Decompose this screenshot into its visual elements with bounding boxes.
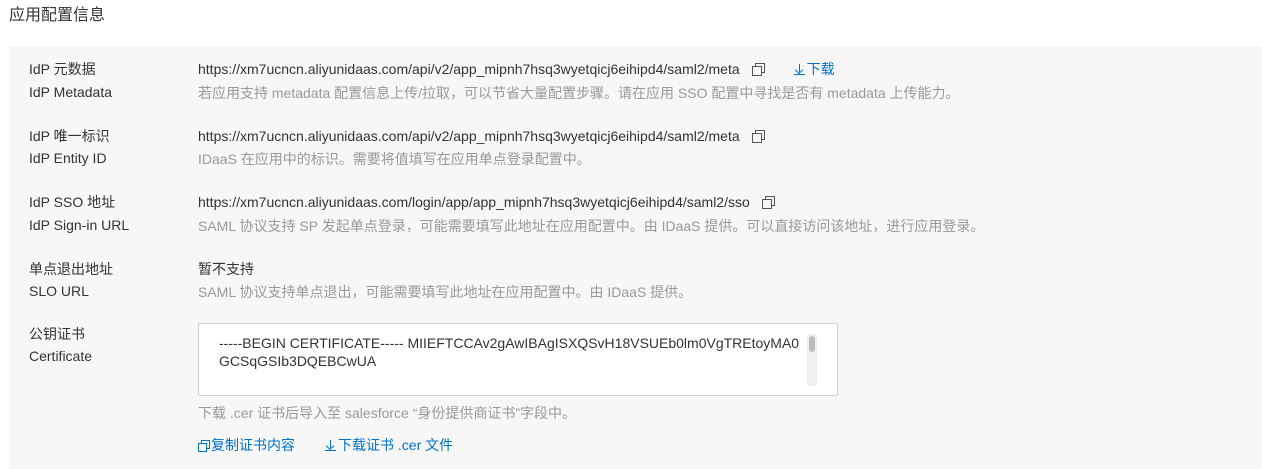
certificate-textarea[interactable]: -----BEGIN CERTIFICATE----- MIIEFTCCAv2g… <box>198 323 838 396</box>
slo-url-label-cn: 单点退出地址 <box>29 261 113 277</box>
slo-url-desc: SAML 协议支持单点退出，可能需要填写此地址在应用配置中。由 IDaaS 提供… <box>198 284 693 300</box>
idp-entity-id-label-en: IdP Entity ID <box>29 150 107 166</box>
download-icon <box>325 439 336 451</box>
download-metadata-link[interactable]: 下载 <box>793 61 835 77</box>
download-metadata-label: 下载 <box>806 61 835 77</box>
section-title: 应用配置信息 <box>9 7 106 24</box>
idp-metadata-desc: 若应用支持 metadata 配置信息上传/拉取，可以节省大量配置步骤。请在应用… <box>198 85 960 101</box>
idp-metadata-url: https://xm7ucncn.aliyunidaas.com/api/v2/… <box>198 61 740 77</box>
certificate-desc: 下载 .cer 证书后导入至 salesforce “身份提供商证书”字段中。 <box>198 405 577 421</box>
download-certificate-label: 下载证书 .cer 文件 <box>338 437 454 453</box>
idp-sso-desc: SAML 协议支持 SP 发起单点登录，可能需要填写此地址在应用配置中。由 ID… <box>198 218 985 234</box>
idp-entity-id-value: https://xm7ucncn.aliyunidaas.com/api/v2/… <box>198 128 740 144</box>
idp-metadata-label-cn: IdP 元数据 <box>29 61 96 77</box>
copy-icon[interactable] <box>751 130 765 143</box>
download-icon <box>793 63 805 75</box>
copy-certificate-label: 复制证书内容 <box>211 437 295 453</box>
certificate-label-en: Certificate <box>29 348 93 364</box>
copy-icon <box>198 440 210 452</box>
idp-sso-label-en: IdP Sign-in URL <box>29 217 130 233</box>
slo-url-value: 暂不支持 <box>198 261 254 277</box>
idp-sso-url: https://xm7ucncn.aliyunidaas.com/login/a… <box>198 194 750 210</box>
copy-icon[interactable] <box>761 196 775 209</box>
certificate-scrollbar[interactable] <box>807 334 817 386</box>
copy-icon[interactable] <box>751 63 765 76</box>
idp-sso-label-cn: IdP SSO 地址 <box>29 194 116 210</box>
idp-sso-value-line: https://xm7ucncn.aliyunidaas.com/login/a… <box>198 191 775 214</box>
copy-certificate-button[interactable]: 复制证书内容 <box>198 437 295 453</box>
app-config-panel: IdP 元数据 IdP Metadata https://xm7ucncn.al… <box>9 47 1262 469</box>
certificate-actions: 复制证书内容 下载证书 .cer 文件 <box>198 434 453 456</box>
idp-entity-id-value-line: https://xm7ucncn.aliyunidaas.com/api/v2/… <box>198 125 765 148</box>
scrollbar-thumb[interactable] <box>809 336 815 352</box>
idp-entity-id-label-cn: IdP 唯一标识 <box>29 128 110 144</box>
certificate-label-cn: 公钥证书 <box>29 326 85 342</box>
idp-entity-id-desc: IDaaS 在应用中的标识。需要将值填写在应用单点登录配置中。 <box>198 151 591 167</box>
download-certificate-button[interactable]: 下载证书 .cer 文件 <box>325 437 453 453</box>
idp-metadata-value-line: https://xm7ucncn.aliyunidaas.com/api/v2/… <box>198 58 835 81</box>
idp-metadata-label-en: IdP Metadata <box>29 84 113 100</box>
slo-url-label-en: SLO URL <box>29 283 89 299</box>
certificate-text: -----BEGIN CERTIFICATE----- MIIEFTCCAv2g… <box>219 335 800 369</box>
